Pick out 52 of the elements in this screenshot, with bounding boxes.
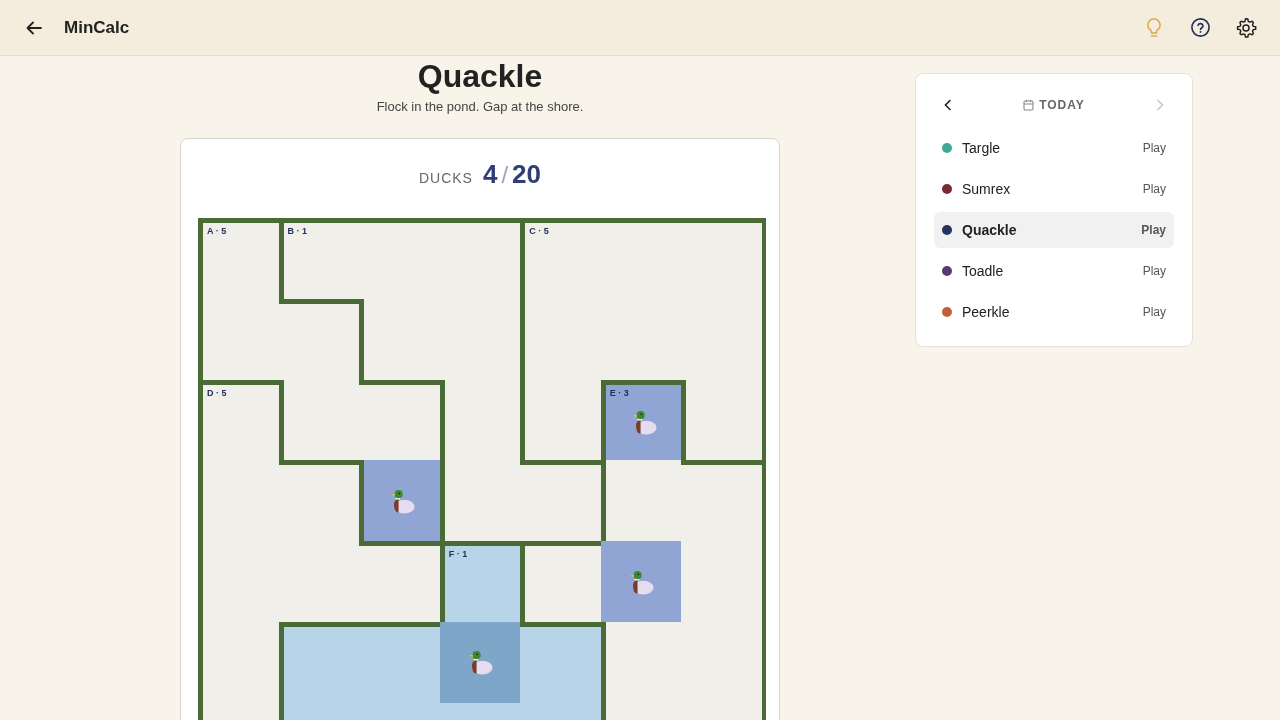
grid-cell[interactable]: F · 1 <box>439 541 521 622</box>
grid-cell[interactable] <box>520 379 601 461</box>
play-link[interactable]: Play <box>1142 141 1166 155</box>
chevron-left-icon <box>943 99 953 111</box>
region-label: C · 5 <box>529 226 549 236</box>
grid-cell[interactable] <box>681 379 762 461</box>
counter-label: DUCKS <box>418 170 473 186</box>
grid-cell[interactable]: D · 5 <box>198 379 279 461</box>
settings-icon <box>1235 16 1257 39</box>
game-name: Sumrex <box>962 181 1012 197</box>
region-label: D · 5 <box>207 387 227 398</box>
grid-cell[interactable] <box>439 622 521 703</box>
day-heading: TODAY <box>1039 98 1085 112</box>
game-item[interactable]: Toadle Play <box>934 253 1174 289</box>
grid-cell[interactable] <box>520 541 601 622</box>
calendar-icon <box>1023 99 1035 111</box>
grid-cell[interactable] <box>359 379 440 461</box>
count-separator: / <box>501 161 509 189</box>
puzzle-subtitle: Flock in the pond. Gap at the shore. <box>376 98 584 116</box>
grid-cell[interactable] <box>359 541 440 622</box>
placed-count: 4 <box>482 159 498 190</box>
region-label: F · 1 <box>448 549 468 560</box>
play-link[interactable]: Play <box>1142 182 1166 196</box>
region-label: B · 1 <box>287 226 308 236</box>
grid-cell[interactable] <box>600 541 682 622</box>
game-name: Quackle <box>962 222 1018 238</box>
app-title: MinCalc <box>64 17 130 38</box>
region-label: A · 5 <box>207 226 227 236</box>
grid-cell[interactable]: B · 1 <box>278 218 360 299</box>
play-link[interactable]: Play <box>1141 223 1166 237</box>
game-name: Targle <box>962 140 1002 156</box>
grid-cell[interactable] <box>520 460 601 542</box>
grid-cell[interactable]: E · 3 <box>600 379 682 461</box>
game-name: Toadle <box>962 263 1005 279</box>
puzzle-title: Quackle <box>417 57 543 96</box>
grid-cell[interactable]: C · 5 <box>520 218 601 299</box>
total-count: 20 <box>512 159 542 190</box>
help-icon <box>1189 17 1211 38</box>
game-item[interactable]: Quackle Play <box>934 212 1174 248</box>
region-label: E · 3 <box>609 387 629 398</box>
game-name: Peerkle <box>962 304 1011 320</box>
grid-cell[interactable]: A · 5 <box>198 218 279 299</box>
grid-cell[interactable] <box>359 460 440 542</box>
play-link[interactable]: Play <box>1142 305 1166 319</box>
chevron-right-icon <box>1155 99 1165 111</box>
lightbulb-icon <box>1145 16 1163 39</box>
game-item[interactable]: Peerkle Play <box>934 294 1174 330</box>
play-link[interactable]: Play <box>1142 264 1166 278</box>
grid-cell[interactable] <box>520 622 601 703</box>
grid-cell[interactable] <box>600 460 682 542</box>
game-item[interactable]: Sumrex Play <box>934 171 1174 207</box>
game-item[interactable]: Targle Play <box>934 130 1174 166</box>
